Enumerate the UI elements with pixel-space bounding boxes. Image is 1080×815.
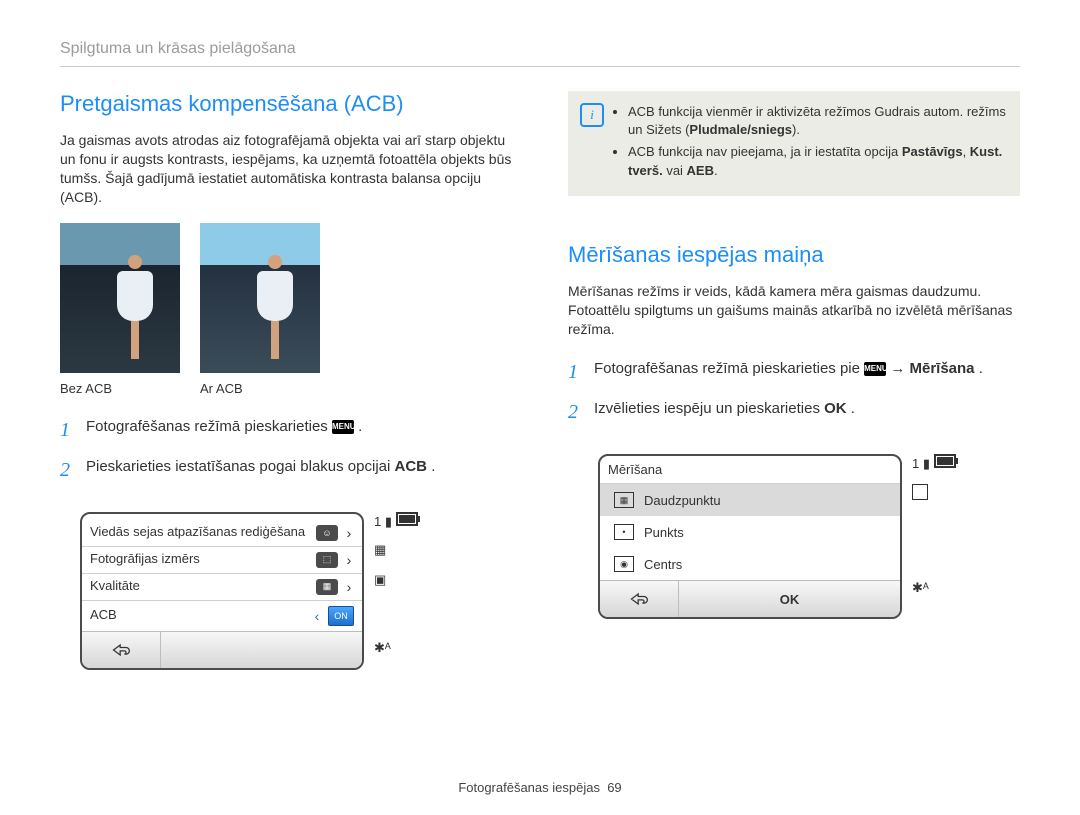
step-arrow: → (890, 360, 909, 377)
camera-settings-panel: Viedās sejas atpazīšanas rediģēšana ☺ › … (80, 512, 364, 670)
metering-description: Mērīšanas režīms ir veids, kādā kamera m… (568, 282, 1020, 339)
step-text-end: . (851, 400, 855, 417)
flash-auto-icon: ✱ᴬ (912, 580, 929, 595)
info-icon: i (580, 103, 604, 127)
metering-options-panel: Mērīšana ▦ Daudzpunktu • Punkts ◉ Centrs (598, 454, 902, 619)
page-header: Spilgtuma un krāsas pielāgošana (60, 40, 1020, 67)
quality-icon: ▦ (316, 579, 338, 595)
settings-row-acb[interactable]: ACB ‹ ON (82, 601, 362, 631)
example-image-with-acb (200, 223, 320, 373)
step-text: Fotografēšanas režīmā pieskarieties (86, 418, 332, 435)
acb-description: Ja gaismas avots atrodas aiz fotografēja… (60, 131, 512, 207)
step-number: 2 (60, 456, 76, 484)
settings-row-photo-size[interactable]: Fotogrāfijas izmērs ⬚ › (82, 547, 362, 574)
back-arrow-icon (629, 591, 649, 607)
photo-size-icon: ⬚ (316, 552, 338, 568)
step-bold: ACB (395, 458, 428, 475)
step-text-end: . (358, 418, 362, 435)
metering-step-2: 2 Izvēlieties iespēju un pieskarieties O… (568, 398, 1020, 426)
note-bullet: ACB funkcija vienmēr ir aktivizēta režīm… (628, 103, 1006, 139)
menu-icon: MENU (864, 362, 886, 376)
settings-row-quality[interactable]: Kvalitāte ▦ › (82, 574, 362, 601)
back-arrow-icon (111, 642, 131, 658)
caption-without-acb: Bez ACB (60, 381, 180, 396)
acb-step-2: 2 Pieskarieties iestatīšanas pogai blaku… (60, 456, 512, 484)
chevron-right-icon: › (344, 579, 354, 595)
metering-option-spot[interactable]: • Punkts (600, 516, 900, 548)
focus-indicator-icon (912, 484, 928, 500)
ok-icon: OK (824, 398, 847, 419)
chevron-right-icon: › (344, 525, 354, 541)
acb-example-images (60, 223, 512, 373)
menu-icon: MENU (332, 420, 354, 434)
note-bullet: ACB funkcija nav pieejama, ja ir iestatī… (628, 143, 1006, 179)
metering-option-center[interactable]: ◉ Centrs (600, 548, 900, 580)
acb-toggle-on[interactable]: ON (328, 606, 354, 626)
panel-title: Mērīšana (600, 456, 900, 484)
metering-side-indicators: 1 ▮ ✱ᴬ (912, 454, 956, 610)
flash-auto-icon: ✱ᴬ (374, 640, 391, 655)
center-metering-icon: ◉ (614, 556, 634, 572)
center-indicator-icon: ▣ (374, 572, 386, 587)
caption-with-acb: Ar ACB (200, 381, 320, 396)
chevron-left-icon: ‹ (312, 608, 322, 624)
acb-step-1: 1 Fotografēšanas režīmā pieskarieties ME… (60, 416, 512, 444)
acb-section-title: Pretgaismas kompensēšana (ACB) (60, 91, 512, 117)
back-button[interactable] (600, 581, 679, 617)
panel-spacer (161, 632, 362, 668)
example-image-without-acb (60, 223, 180, 373)
acb-note-box: i ACB funkcija vienmēr ir aktivizēta rež… (568, 91, 1020, 196)
settings-side-indicators: 1 ▮ ▦ ▣ ✱ᴬ (374, 512, 418, 670)
multi-metering-icon: ▦ (614, 492, 634, 508)
metering-section-title: Mērīšanas iespējas maiņa (568, 242, 1020, 268)
step-text-end: . (431, 458, 435, 475)
page-footer: Fotografēšanas iespējas 69 (0, 780, 1080, 795)
ok-button[interactable]: OK (679, 581, 900, 617)
step-number: 2 (568, 398, 584, 426)
step-text-end: . (979, 360, 983, 377)
step-number: 1 (568, 358, 584, 386)
battery-icon (396, 512, 418, 526)
memory-card-icon: ▮ (385, 514, 392, 529)
metering-step-1: 1 Fotografēšanas režīmā pieskarieties pi… (568, 358, 1020, 386)
face-recognition-icon: ☺ (316, 525, 338, 541)
step-text: Izvēlieties iespēju un pieskarieties (594, 400, 824, 417)
spot-metering-icon: • (614, 524, 634, 540)
settings-row-face-recognition[interactable]: Viedās sejas atpazīšanas rediģēšana ☺ › (82, 520, 362, 547)
metering-option-multi[interactable]: ▦ Daudzpunktu (600, 484, 900, 516)
step-text: Fotografēšanas režīmā pieskarieties pie (594, 360, 864, 377)
grid-indicator-icon: ▦ (374, 542, 386, 557)
back-button[interactable] (82, 632, 161, 668)
step-bold: Mērīšana (909, 360, 974, 377)
step-text: Pieskarieties iestatīšanas pogai blakus … (86, 458, 395, 475)
memory-card-icon: ▮ (923, 456, 930, 471)
step-number: 1 (60, 416, 76, 444)
battery-icon (934, 454, 956, 468)
chevron-right-icon: › (344, 552, 354, 568)
